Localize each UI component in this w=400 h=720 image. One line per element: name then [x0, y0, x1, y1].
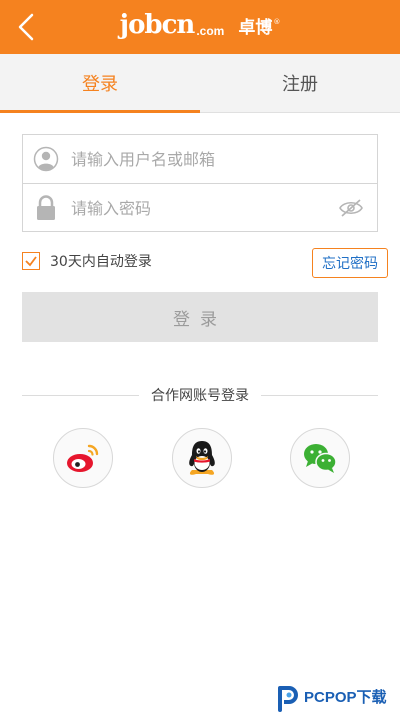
- password-row: [23, 183, 377, 232]
- registered-mark: ®: [273, 18, 281, 26]
- social-divider: 合作网账号登录: [22, 384, 378, 406]
- username-row: [23, 135, 377, 183]
- wechat-login-button[interactable]: [290, 428, 350, 488]
- brand-suffix: .com: [196, 24, 225, 38]
- checkmark-icon: [25, 256, 37, 267]
- lock-icon: [33, 195, 59, 221]
- watermark: PCPOP下载: [276, 684, 387, 712]
- divider-line-left: [22, 394, 139, 396]
- app-header: jobcn .com 卓博 ®: [0, 0, 400, 54]
- login-button[interactable]: 登录: [22, 292, 378, 342]
- social-divider-label: 合作网账号登录: [151, 388, 249, 404]
- brand-name: jobcn: [119, 10, 196, 40]
- remember-me[interactable]: 30天内自动登录: [22, 251, 152, 271]
- tab-register[interactable]: 注册: [200, 54, 400, 112]
- user-icon: [33, 146, 59, 172]
- qq-login-button[interactable]: [172, 428, 232, 488]
- password-input[interactable]: [69, 187, 337, 229]
- remember-checkbox[interactable]: [22, 252, 40, 270]
- brand-cn: 卓博: [238, 18, 273, 38]
- wechat-icon: [304, 444, 337, 473]
- divider-line-right: [261, 394, 378, 396]
- weibo-icon: [67, 444, 99, 472]
- weibo-login-button[interactable]: [53, 428, 113, 488]
- auth-tabs: 登录 注册: [0, 54, 400, 113]
- login-form: [22, 134, 378, 232]
- username-input[interactable]: [69, 138, 377, 180]
- remember-label: 30天内自动登录: [50, 254, 152, 270]
- qq-icon: [189, 441, 215, 475]
- eye-hidden-icon[interactable]: [337, 194, 365, 222]
- watermark-text: PCPOP下载: [304, 689, 387, 706]
- pcpop-logo-icon: [278, 686, 298, 712]
- tab-login[interactable]: 登录: [0, 54, 200, 113]
- forgot-password-button[interactable]: 忘记密码: [312, 248, 388, 278]
- brand-logo: jobcn .com 卓博 ®: [0, 10, 400, 40]
